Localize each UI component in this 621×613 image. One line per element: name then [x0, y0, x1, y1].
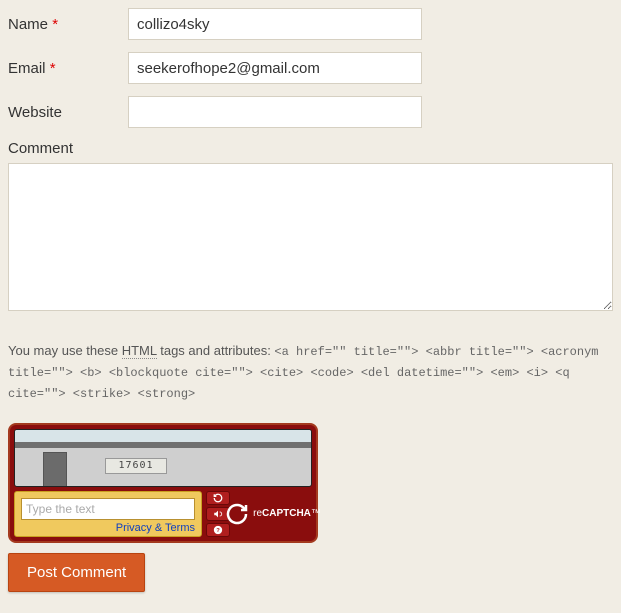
email-label: Email *: [8, 60, 128, 77]
recaptcha-logo: reCAPTCHA™: [234, 491, 312, 537]
post-comment-button[interactable]: Post Comment: [8, 553, 145, 592]
email-input[interactable]: [128, 52, 422, 84]
captcha-image: 17601: [14, 429, 312, 487]
comment-label: Comment: [8, 140, 613, 157]
html-abbr: HTML: [122, 343, 157, 359]
comment-textarea[interactable]: [8, 163, 613, 311]
html-hint: You may use these HTML tags and attribut…: [8, 341, 613, 405]
name-input[interactable]: [128, 8, 422, 40]
refresh-icon: [213, 493, 223, 503]
website-input[interactable]: [128, 96, 422, 128]
recaptcha-icon: [225, 502, 249, 526]
recaptcha-widget: 17601 Privacy & Terms ? reCAPTCHA™: [8, 423, 318, 543]
help-icon: ?: [213, 525, 223, 535]
captcha-image-text: 17601: [105, 458, 167, 474]
captcha-input[interactable]: [21, 498, 195, 520]
audio-icon: [213, 509, 223, 519]
captcha-input-wrap: Privacy & Terms: [14, 491, 202, 537]
required-marker: *: [50, 60, 56, 77]
website-label: Website: [8, 104, 128, 121]
svg-text:?: ?: [216, 528, 220, 534]
name-label: Name *: [8, 16, 128, 33]
required-marker: *: [52, 16, 58, 33]
captcha-privacy-link[interactable]: Privacy & Terms: [116, 522, 195, 534]
